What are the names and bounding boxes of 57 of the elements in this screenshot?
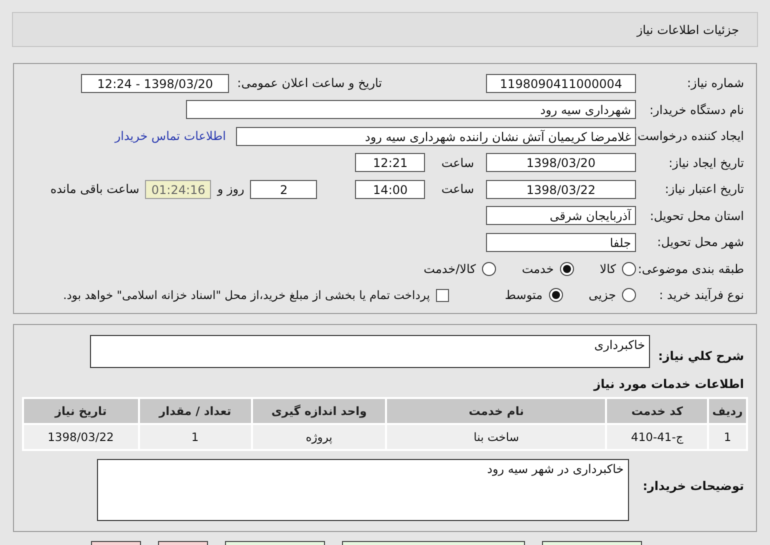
- radio-button[interactable]: [622, 262, 636, 276]
- field-label: روز و: [216, 182, 246, 196]
- table-cell: ساخت بنا: [387, 424, 606, 448]
- table-cell: 1398/03/22: [24, 424, 138, 448]
- checkbox[interactable]: [436, 288, 449, 302]
- column-header: تاریخ نیاز: [24, 398, 138, 422]
- column-header: واحد اندازه گیری: [252, 398, 386, 422]
- buyer-field: شهرداری سیه رود: [186, 100, 636, 120]
- field-label: ساعت: [440, 156, 475, 170]
- radio-button[interactable]: [482, 262, 496, 276]
- radio-label: متوسط: [504, 288, 543, 302]
- radio-label: کالا: [600, 262, 616, 276]
- radio-label: کالا/خدمت: [424, 262, 476, 276]
- province-field: آذربایجان شرقی: [486, 206, 636, 226]
- description-box: خاکبرداری: [90, 334, 650, 368]
- field-label: تاریخ ایجاد نیاز:: [668, 156, 745, 170]
- field-label: شماره نیاز:: [686, 76, 745, 90]
- table-cell: پروژه: [252, 424, 386, 448]
- table-cell: 1: [140, 424, 251, 448]
- field-label: نام دستگاه خریدار:: [648, 102, 745, 117]
- field-label: تاریخ اعتبار نیاز:: [664, 182, 745, 196]
- column-header: کد خدمت: [607, 398, 708, 422]
- days-field: 2: [250, 180, 318, 199]
- date-field: 1398/03/22: [486, 180, 636, 199]
- table-cell: ج-41-410: [607, 424, 708, 448]
- field-label: استان محل تحویل:: [648, 208, 745, 223]
- radio-button[interactable]: [548, 288, 563, 302]
- contact-link[interactable]: اطلاعات تماس خریدار: [114, 129, 236, 144]
- creator-field: غلامرضا کریمیان آتش نشان راننده شهرداری سیه رود: [236, 126, 636, 146]
- field-label: نوع فرآیند خرید :: [658, 288, 745, 302]
- field-label: ایجاد کننده درخواست:: [636, 129, 745, 144]
- remaining-time-field: 01:24:16: [145, 180, 212, 199]
- field-label: تاریخ و ساعت اعلان عمومی:: [236, 76, 383, 90]
- field-label: طبقه بندی موضوعی:: [636, 262, 745, 276]
- buyer-notes-box: خاکبرداری در شهر سیه رود: [96, 458, 629, 520]
- radio-label: جزیی: [588, 288, 616, 302]
- field-label: شرح کلي نياز:: [657, 348, 745, 362]
- column-header: ردیف: [709, 398, 746, 422]
- time-field: 14:00: [355, 180, 426, 199]
- column-header: تعداد / مقدار: [140, 398, 251, 422]
- column-header: نام خدمت: [387, 398, 606, 422]
- time-field: 12:21: [355, 153, 426, 172]
- checkbox-label: پرداخت تمام یا بخشی از مبلغ خرید،از محل "اسناد خزانه اسلامی" خواهد بود.: [63, 288, 430, 302]
- field-label: توضیحات خریدار:: [642, 478, 745, 492]
- radio-button[interactable]: [560, 262, 574, 276]
- date-field: 1398/03/20: [486, 153, 636, 172]
- radio-button[interactable]: [622, 288, 636, 302]
- page-title: جزئیات اطلاعات نیاز: [636, 22, 739, 36]
- announce-date-field: 1398/03/20 - 12:24: [81, 74, 230, 93]
- field-label: ساعت باقی مانده: [49, 182, 140, 196]
- section-title: اطلاعات خدمات مورد نیاز: [592, 376, 745, 393]
- radio-label: خدمت: [522, 262, 554, 276]
- city-field: جلفا: [486, 232, 636, 252]
- field-label: ساعت: [440, 182, 475, 196]
- table-cell: 1: [709, 424, 746, 448]
- need-number-field: 1198090411000004: [486, 74, 636, 93]
- field-label: شهر محل تحویل:: [656, 235, 745, 250]
